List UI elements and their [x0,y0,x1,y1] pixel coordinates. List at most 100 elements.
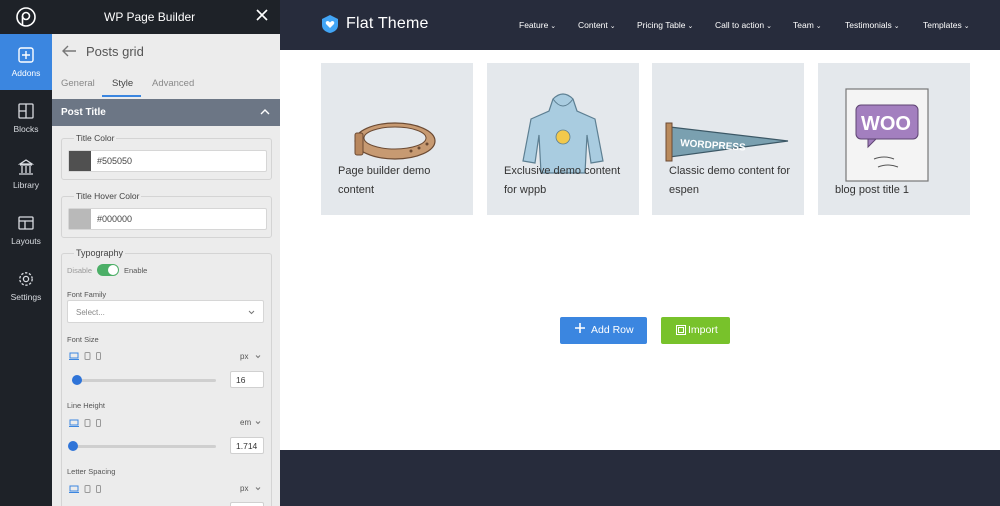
font-family-placeholder: Select... [76,308,105,317]
post-card[interactable]: WOO blog post title 1 [818,63,970,215]
site-brand: Flat Theme [346,15,429,32]
title-color-field[interactable]: #505050 [68,150,267,172]
line-height-unit[interactable]: em [240,418,251,427]
rail-label-addons: Addons [11,68,41,78]
nav-team[interactable]: Team ⌄ [793,20,822,30]
desktop-icon[interactable] [69,485,79,493]
nav-templates-label: Templates [923,20,962,30]
nav-content[interactable]: Content ⌄ [578,20,616,30]
font-family-label: Font Family [67,290,107,299]
font-size-label: Font Size [67,335,99,344]
site-navbar: Flat Theme Feature ⌄ Content ⌄ Pricing Tab… [280,0,1000,50]
font-size-slider[interactable] [72,379,216,382]
font-size-unit[interactable]: px [240,352,248,361]
desktop-icon[interactable] [69,419,79,427]
nav-team-label: Team [793,20,814,30]
font-family-select[interactable]: Select... [67,300,264,323]
import-icon [676,325,686,335]
letter-spacing-device-switch [69,485,101,493]
rail-label-library: Library [13,180,39,190]
letter-spacing-label: Letter Spacing [67,467,116,476]
section-title: Post Title [61,107,106,118]
builder-logo-icon [16,7,36,27]
site-footer [280,450,1000,506]
rail-item-blocks[interactable]: Blocks [0,90,52,146]
nav-testimonials-label: Testimonials [845,20,892,30]
woo-poster-image: WOO [845,88,929,182]
typography-label: Typography [74,248,126,258]
rail-item-library[interactable]: Library [0,146,52,202]
caret-down-icon: ⌄ [609,23,616,30]
title-color-value: #505050 [97,156,133,166]
nav-templates[interactable]: Templates ⌄ [923,20,970,30]
post-card[interactable]: WORDPRESS Classic demo content for espen [652,63,804,215]
tablet-icon[interactable] [84,419,91,427]
font-size-slider-thumb[interactable] [72,375,82,385]
tab-style[interactable]: Style [112,78,133,89]
unit-chevron-icon [255,355,261,359]
line-height-device-switch [69,419,101,427]
post-title[interactable]: Page builder demo content [338,162,463,200]
add-row-button[interactable]: Add Row [560,317,647,344]
typography-toggle[interactable] [97,264,119,276]
line-height-slider-thumb[interactable] [68,441,78,451]
tab-general[interactable]: General [61,78,95,89]
add-row-label: Add Row [591,324,634,336]
letter-spacing-unit[interactable]: px [240,484,248,493]
arrow-left-icon[interactable] [61,44,77,58]
title-color-label: Title Color [74,133,117,143]
rail-item-layouts[interactable]: Layouts [0,202,52,258]
title-hover-color-label: Title Hover Color [74,191,142,201]
gear-icon [19,272,33,286]
active-tab-indicator [102,95,141,97]
rail-item-settings[interactable]: Settings [0,258,52,314]
import-label: Import [688,324,718,336]
section-post-title[interactable]: Post Title [52,99,280,126]
caret-down-icon: ⌄ [687,23,694,30]
tablet-icon[interactable] [84,352,91,360]
nav-content-label: Content [578,20,608,30]
wordpress-pennant-image: WORDPRESS [665,122,789,162]
nav-call-to-action[interactable]: Call to action ⌄ [715,20,772,30]
tablet-icon[interactable] [84,485,91,493]
font-size-device-switch [69,352,101,360]
title-color-group: Title Color #505050 [61,133,272,180]
unit-chevron-icon [255,421,261,425]
svg-text:WOO: WOO [861,113,911,135]
layouts-icon [18,216,34,230]
post-title[interactable]: blog post title 1 [835,181,960,200]
post-title[interactable]: Classic demo content for espen [669,162,794,200]
unit-chevron-icon [255,487,261,491]
font-size-input[interactable]: 16 [230,371,264,388]
blocks-icon [18,103,34,119]
belt-image [354,122,436,160]
post-title[interactable]: Exclusive demo content for wppb [504,162,629,200]
post-card[interactable]: Page builder demo content [321,63,473,215]
builder-header: WP Page Builder [52,0,280,34]
nav-testimonials[interactable]: Testimonials ⌄ [845,20,900,30]
nav-feature[interactable]: Feature ⌄ [519,20,556,30]
title-color-swatch[interactable] [69,151,91,171]
rail-item-addons[interactable]: Addons [0,34,52,90]
site-logo[interactable]: Flat Theme [320,14,429,34]
import-button[interactable]: Import [661,317,730,344]
close-icon[interactable] [254,7,270,23]
rail-label-settings: Settings [10,292,42,302]
builder-logo [0,0,52,34]
line-height-input[interactable]: 1.714 [230,437,264,454]
post-card[interactable]: Exclusive demo content for wppb [487,63,639,215]
title-hover-color-swatch[interactable] [69,209,91,229]
letter-spacing-input[interactable] [230,502,264,506]
caret-down-icon: ⌄ [550,23,557,30]
line-height-slider[interactable] [72,445,216,448]
mobile-icon[interactable] [96,485,101,493]
mobile-icon[interactable] [96,352,101,360]
nav-pricing-table[interactable]: Pricing Table ⌄ [637,20,693,30]
plus-icon [575,323,585,333]
caret-down-icon: ⌄ [815,23,822,30]
title-hover-color-field[interactable]: #000000 [68,208,267,230]
nav-call-to-action-label: Call to action [715,20,765,30]
tab-advanced[interactable]: Advanced [152,78,194,89]
desktop-icon[interactable] [69,352,79,360]
mobile-icon[interactable] [96,419,101,427]
